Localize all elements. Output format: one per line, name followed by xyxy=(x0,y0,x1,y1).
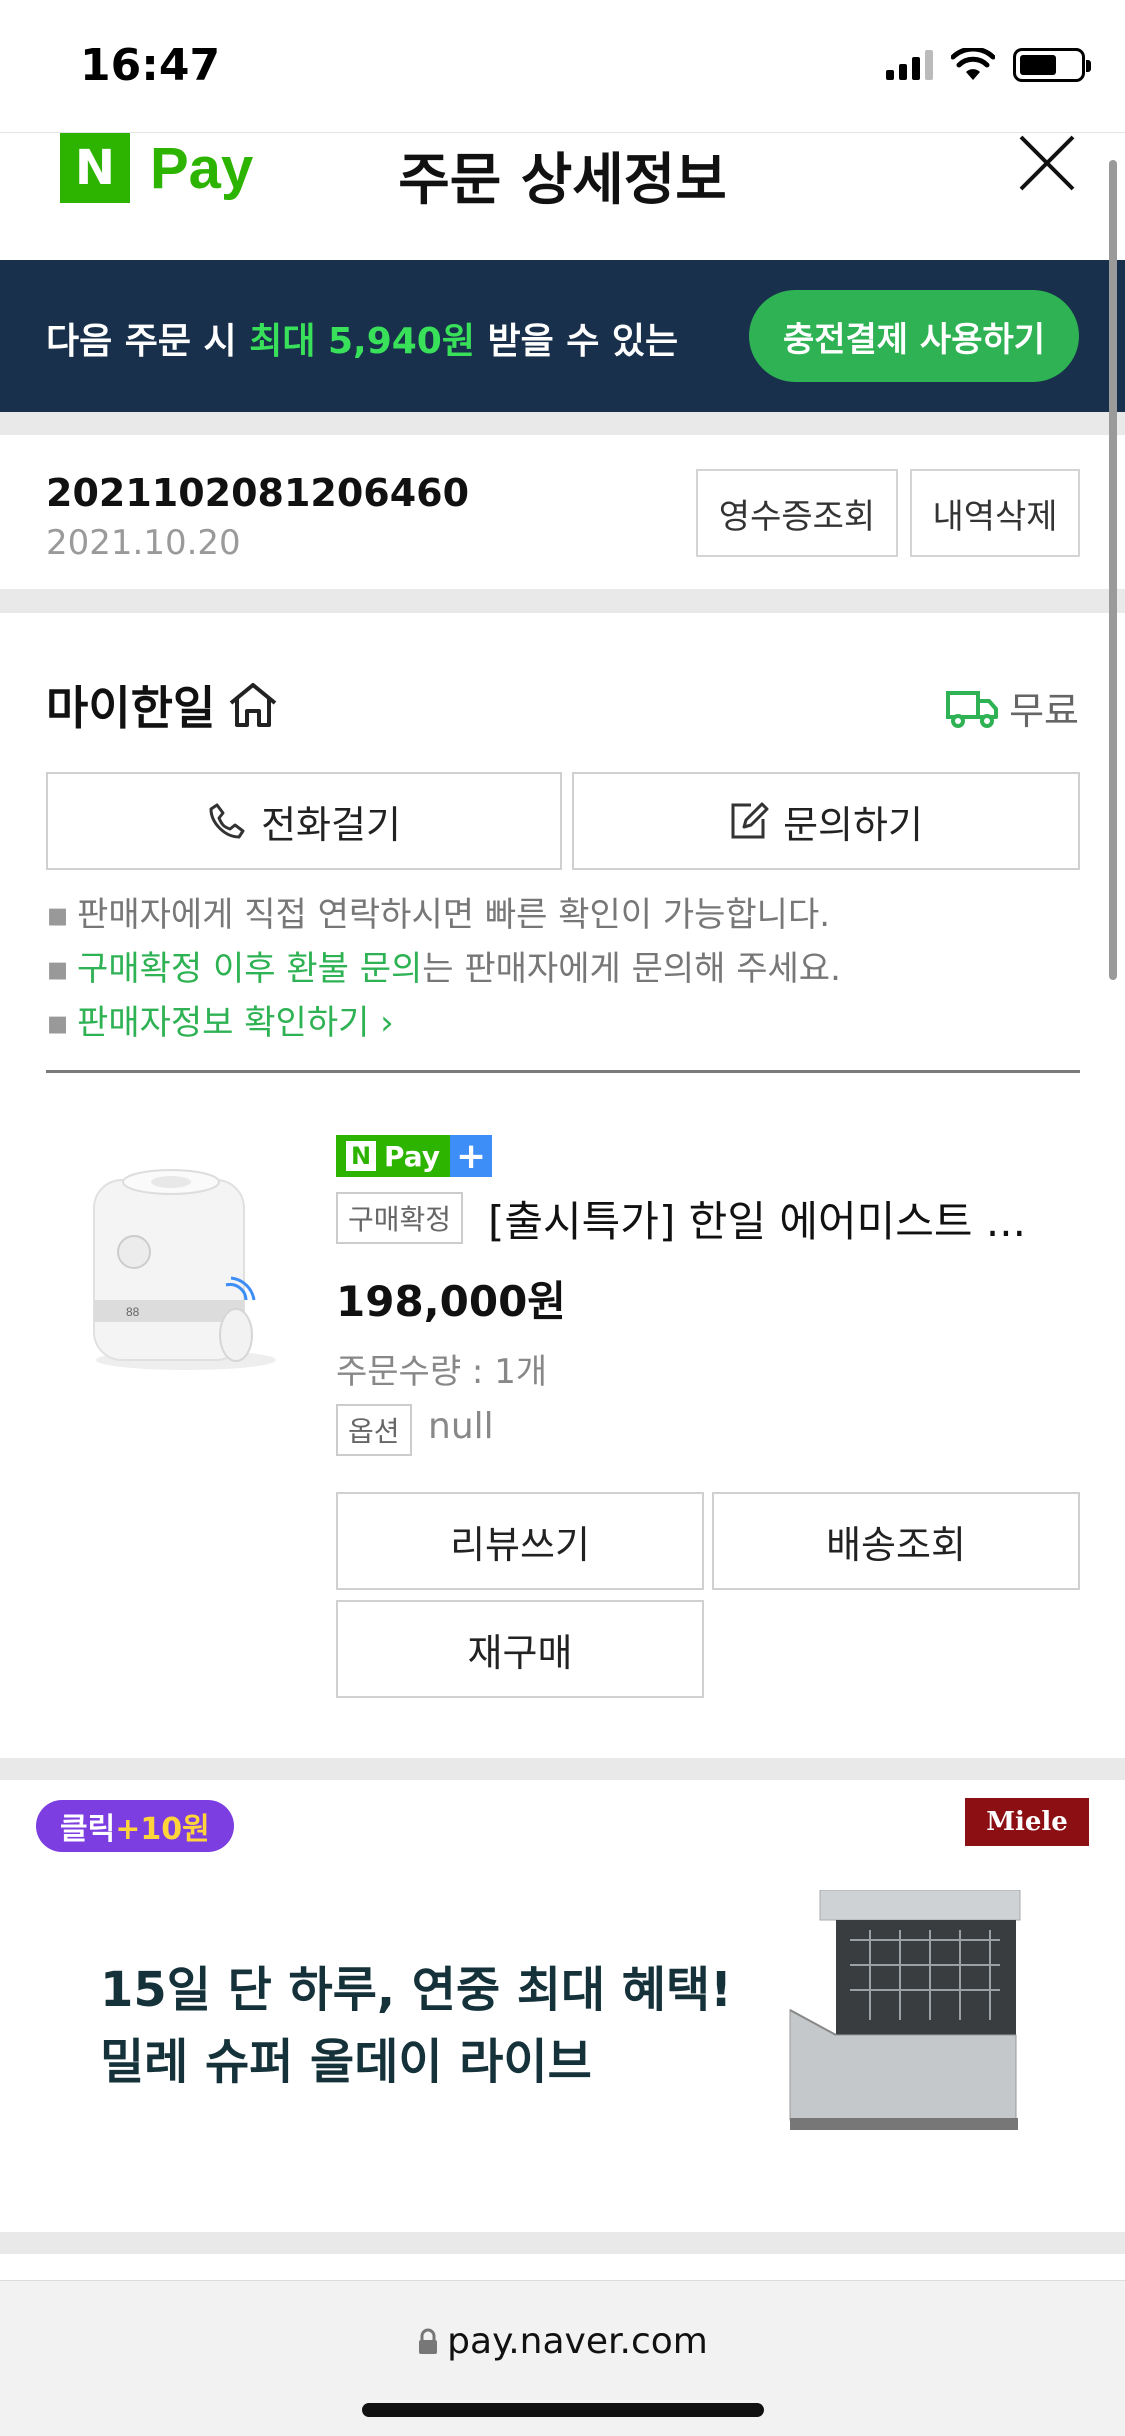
refund-inquiry-link[interactable]: 구매확정 이후 환불 문의 xyxy=(77,949,422,989)
home-icon xyxy=(230,683,277,727)
call-button[interactable]: 전화걸기 xyxy=(46,772,562,870)
svg-text:88: 88 xyxy=(126,1305,140,1319)
status-icons xyxy=(886,48,1091,82)
seller-name-text: 마이한일 xyxy=(46,681,216,735)
inquiry-button-label: 문의하기 xyxy=(783,802,923,847)
click-reward-badge: 클릭 +10원 xyxy=(36,1800,234,1852)
ad-subheadline: 밀레 슈퍼 올데이 라이브 xyxy=(100,2034,592,2090)
miele-logo: Miele xyxy=(965,1798,1089,1846)
product-image[interactable]: 88 xyxy=(76,1160,306,1380)
dishwasher-image xyxy=(789,1890,1021,2130)
rebuy-button[interactable]: 재구매 xyxy=(336,1600,704,1698)
receipt-button[interactable]: 영수증조회 xyxy=(696,469,898,557)
scrollbar[interactable] xyxy=(1109,160,1117,980)
call-button-label: 전화걸기 xyxy=(261,802,401,847)
section-divider xyxy=(0,2232,1125,2254)
product-quantity: 주문수량 : 1개 xyxy=(336,1352,548,1392)
edit-icon xyxy=(731,802,769,839)
inquiry-button[interactable]: 문의하기 xyxy=(572,772,1080,870)
battery-icon xyxy=(1013,48,1091,82)
close-icon[interactable] xyxy=(1017,133,1077,193)
ad-banner[interactable]: 클릭 +10원 Miele 15일 단 하루, 연중 최대 혜택! 밀레 슈퍼 올… xyxy=(0,1780,1125,2232)
signal-icon xyxy=(886,50,933,80)
order-date: 2021.10.20 xyxy=(46,523,241,563)
write-review-button[interactable]: 리뷰쓰기 xyxy=(336,1492,704,1590)
page-title: 주문 상세정보 xyxy=(398,148,727,213)
product-price: 198,000원 xyxy=(336,1277,566,1326)
npay-plus-badge: N Pay + xyxy=(336,1135,493,1177)
browser-bar: pay.naver.com xyxy=(0,2280,1125,2436)
seller-info-link[interactable]: ▪ 판매자정보 확인하기 › xyxy=(46,996,841,1050)
option-tag: 옵션 xyxy=(336,1404,412,1456)
section-divider xyxy=(0,412,1125,435)
track-delivery-button[interactable]: 배송조회 xyxy=(712,1492,1080,1590)
wifi-icon xyxy=(951,48,995,80)
status-time: 16:47 xyxy=(80,40,221,91)
order-info: 2021102081206460 2021.10.20 영수증조회 내역삭제 xyxy=(0,435,1125,589)
url-text: pay.naver.com xyxy=(447,2321,708,2362)
url-field[interactable]: pay.naver.com xyxy=(0,2321,1125,2362)
phone-icon xyxy=(209,803,245,839)
promo-highlight: 최대 5,940원 xyxy=(249,321,475,362)
section-divider xyxy=(0,1758,1125,1780)
charge-pay-button[interactable]: 충전결제 사용하기 xyxy=(749,290,1079,382)
lock-icon xyxy=(419,2328,438,2354)
shipping-fee: 무료 xyxy=(945,680,1079,735)
promo-text: 다음 주문 시 최대 5,940원 받을 수 있는 xyxy=(46,321,679,362)
seller-name[interactable]: 마이한일 xyxy=(46,672,279,738)
status-bar: 16:47 xyxy=(0,0,1125,132)
home-indicator[interactable] xyxy=(362,2403,764,2417)
option-value: null xyxy=(428,1406,494,1447)
divider-line xyxy=(46,1070,1080,1073)
delete-history-button[interactable]: 내역삭제 xyxy=(910,469,1080,557)
note-line: ▪ 판매자에게 직접 연락하시면 빠른 확인이 가능합니다. xyxy=(46,895,831,935)
product-title[interactable]: [출시특가] 한일 에어미스트 ... xyxy=(488,1188,1026,1249)
shipping-fee-text: 무료 xyxy=(1009,689,1079,733)
order-number: 2021102081206460 xyxy=(46,471,470,515)
ad-headline: 15일 단 하루, 연중 최대 혜택! xyxy=(100,1962,733,2018)
seller-notes: ▪ 판매자에게 직접 연락하시면 빠른 확인이 가능합니다. ▪ 구매확정 이후 환… xyxy=(46,888,841,1050)
truck-icon xyxy=(946,690,999,728)
purchase-confirmed-tag: 구매확정 xyxy=(336,1192,464,1244)
chevron-right-icon: › xyxy=(369,1003,394,1043)
section-divider xyxy=(0,589,1125,613)
page-header: N Pay 주문 상세정보 xyxy=(0,132,1125,260)
note-line: ▪ 구매확정 이후 환불 문의는 판매자에게 문의해 주세요. xyxy=(46,949,841,989)
promo-banner: 다음 주문 시 최대 5,940원 받을 수 있는 충전결제 사용하기 xyxy=(0,260,1125,412)
